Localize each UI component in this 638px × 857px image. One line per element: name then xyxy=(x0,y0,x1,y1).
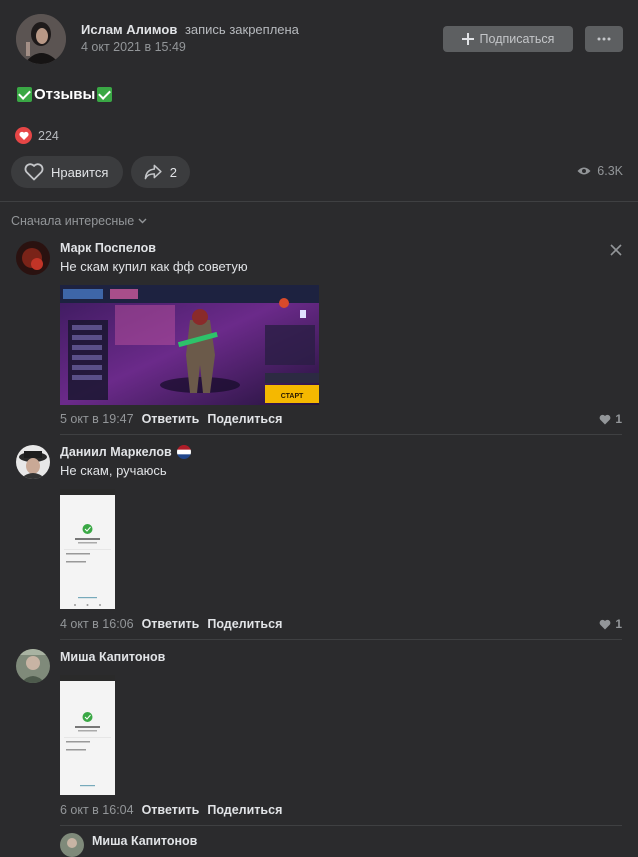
share-link[interactable]: Поделиться xyxy=(207,803,282,817)
check-icon xyxy=(97,87,113,102)
comment-date[interactable]: 4 окт в 16:06 xyxy=(60,617,134,631)
heart-icon xyxy=(15,127,32,144)
share-link[interactable]: Поделиться xyxy=(207,412,282,426)
close-icon[interactable] xyxy=(609,243,623,257)
comment-like-count: 1 xyxy=(615,412,622,426)
shares-count: 2 xyxy=(169,164,177,180)
avatar-image xyxy=(60,833,84,857)
author-avatar[interactable] xyxy=(16,14,66,64)
flag-netherlands-icon xyxy=(176,445,191,459)
divider xyxy=(0,201,638,202)
comment-text: Не скам, ручаюсь xyxy=(60,463,167,478)
comments-sort-dropdown[interactable]: Сначала интересные xyxy=(11,214,147,228)
commenter-name[interactable]: Даниил Маркелов xyxy=(60,445,191,459)
game-start-text: СТАРТ xyxy=(281,393,304,400)
comment-divider xyxy=(60,434,622,435)
comment-date[interactable]: 5 окт в 19:47 xyxy=(60,412,134,426)
like-button[interactable]: Нравится xyxy=(11,156,123,188)
commenter-avatar[interactable] xyxy=(16,445,50,479)
comment-footer: 6 окт в 16:04 Ответить Поделиться xyxy=(60,803,282,817)
reply-link[interactable]: Ответить xyxy=(142,412,200,426)
post-header: Ислам Алимов запись закреплена 4 окт 202… xyxy=(0,0,638,75)
comment-attachment-image[interactable] xyxy=(60,489,115,609)
commenter-name[interactable]: Миша Капитонов xyxy=(92,834,197,848)
comment-like-button[interactable]: 1 xyxy=(599,412,622,426)
like-label: Нравится xyxy=(51,164,109,180)
pinned-note: запись закреплена xyxy=(184,22,299,37)
commenter-name[interactable]: Марк Поспелов xyxy=(60,241,156,255)
views-count: 6.3K xyxy=(597,164,623,178)
commenter-name[interactable]: Миша Капитонов xyxy=(60,650,165,664)
comment-like-button[interactable]: 1 xyxy=(599,617,622,631)
reply-link[interactable]: Ответить xyxy=(142,617,200,631)
commenter-name-text: Миша Капитонов xyxy=(60,650,166,664)
reply-link[interactable]: Ответить xyxy=(142,803,200,817)
heart-icon xyxy=(599,619,611,629)
check-icon xyxy=(17,87,32,102)
comment-like-count: 1 xyxy=(615,617,622,631)
commenter-avatar[interactable] xyxy=(60,833,84,857)
commenter-name-text: Миша Капитонов xyxy=(92,834,198,848)
commenter-avatar[interactable] xyxy=(16,649,50,683)
comment-footer: 5 окт в 19:47 Ответить Поделиться xyxy=(60,412,282,426)
commenter-name-text: Марк Поспелов xyxy=(60,241,156,255)
post-text-content: Отзывы xyxy=(34,86,96,103)
author-name[interactable]: Ислам Алимов xyxy=(81,22,177,37)
share-icon xyxy=(144,164,162,180)
game-screenshot: СТАРТ xyxy=(60,285,319,405)
comment-date[interactable]: 6 окт в 16:04 xyxy=(60,803,134,817)
commenter-avatar[interactable] xyxy=(16,241,50,275)
more-icon xyxy=(597,37,611,41)
avatar-image xyxy=(16,649,50,683)
comment-text: Не скам купил как фф советую xyxy=(60,259,248,274)
author-name-line: Ислам Алимов запись закреплена xyxy=(81,22,299,37)
comment-attachment-image[interactable]: СТАРТ xyxy=(60,285,319,405)
heart-icon xyxy=(24,163,44,181)
sort-label: Сначала интересные xyxy=(11,214,135,228)
share-link[interactable]: Поделиться xyxy=(207,617,282,631)
comment-divider xyxy=(60,825,622,826)
post-text: Отзывы xyxy=(17,86,113,103)
subscribe-label: Подписаться xyxy=(479,32,555,46)
post-date[interactable]: 4 окт 2021 в 15:49 xyxy=(81,40,186,54)
reactions-count: 224 xyxy=(38,128,59,143)
commenter-name-text: Даниил Маркелов xyxy=(60,445,172,459)
more-button[interactable] xyxy=(585,26,623,52)
comment-footer: 4 окт в 16:06 Ответить Поделиться xyxy=(60,617,282,631)
subscribe-button[interactable]: Подписаться xyxy=(443,26,573,52)
share-button[interactable]: 2 xyxy=(131,156,190,188)
avatar-image xyxy=(16,14,66,64)
avatar-image xyxy=(16,445,50,479)
heart-icon xyxy=(599,414,611,424)
reactions-summary[interactable]: 224 xyxy=(15,127,59,144)
payment-screenshot xyxy=(60,489,115,609)
comment-divider xyxy=(60,639,622,640)
avatar-image xyxy=(16,241,50,275)
plus-icon xyxy=(461,33,474,45)
comment-attachment-image[interactable] xyxy=(60,675,115,795)
eye-icon xyxy=(577,167,591,175)
views-counter: 6.3K xyxy=(577,164,623,178)
chevron-down-icon xyxy=(138,218,147,224)
payment-screenshot xyxy=(60,675,115,795)
